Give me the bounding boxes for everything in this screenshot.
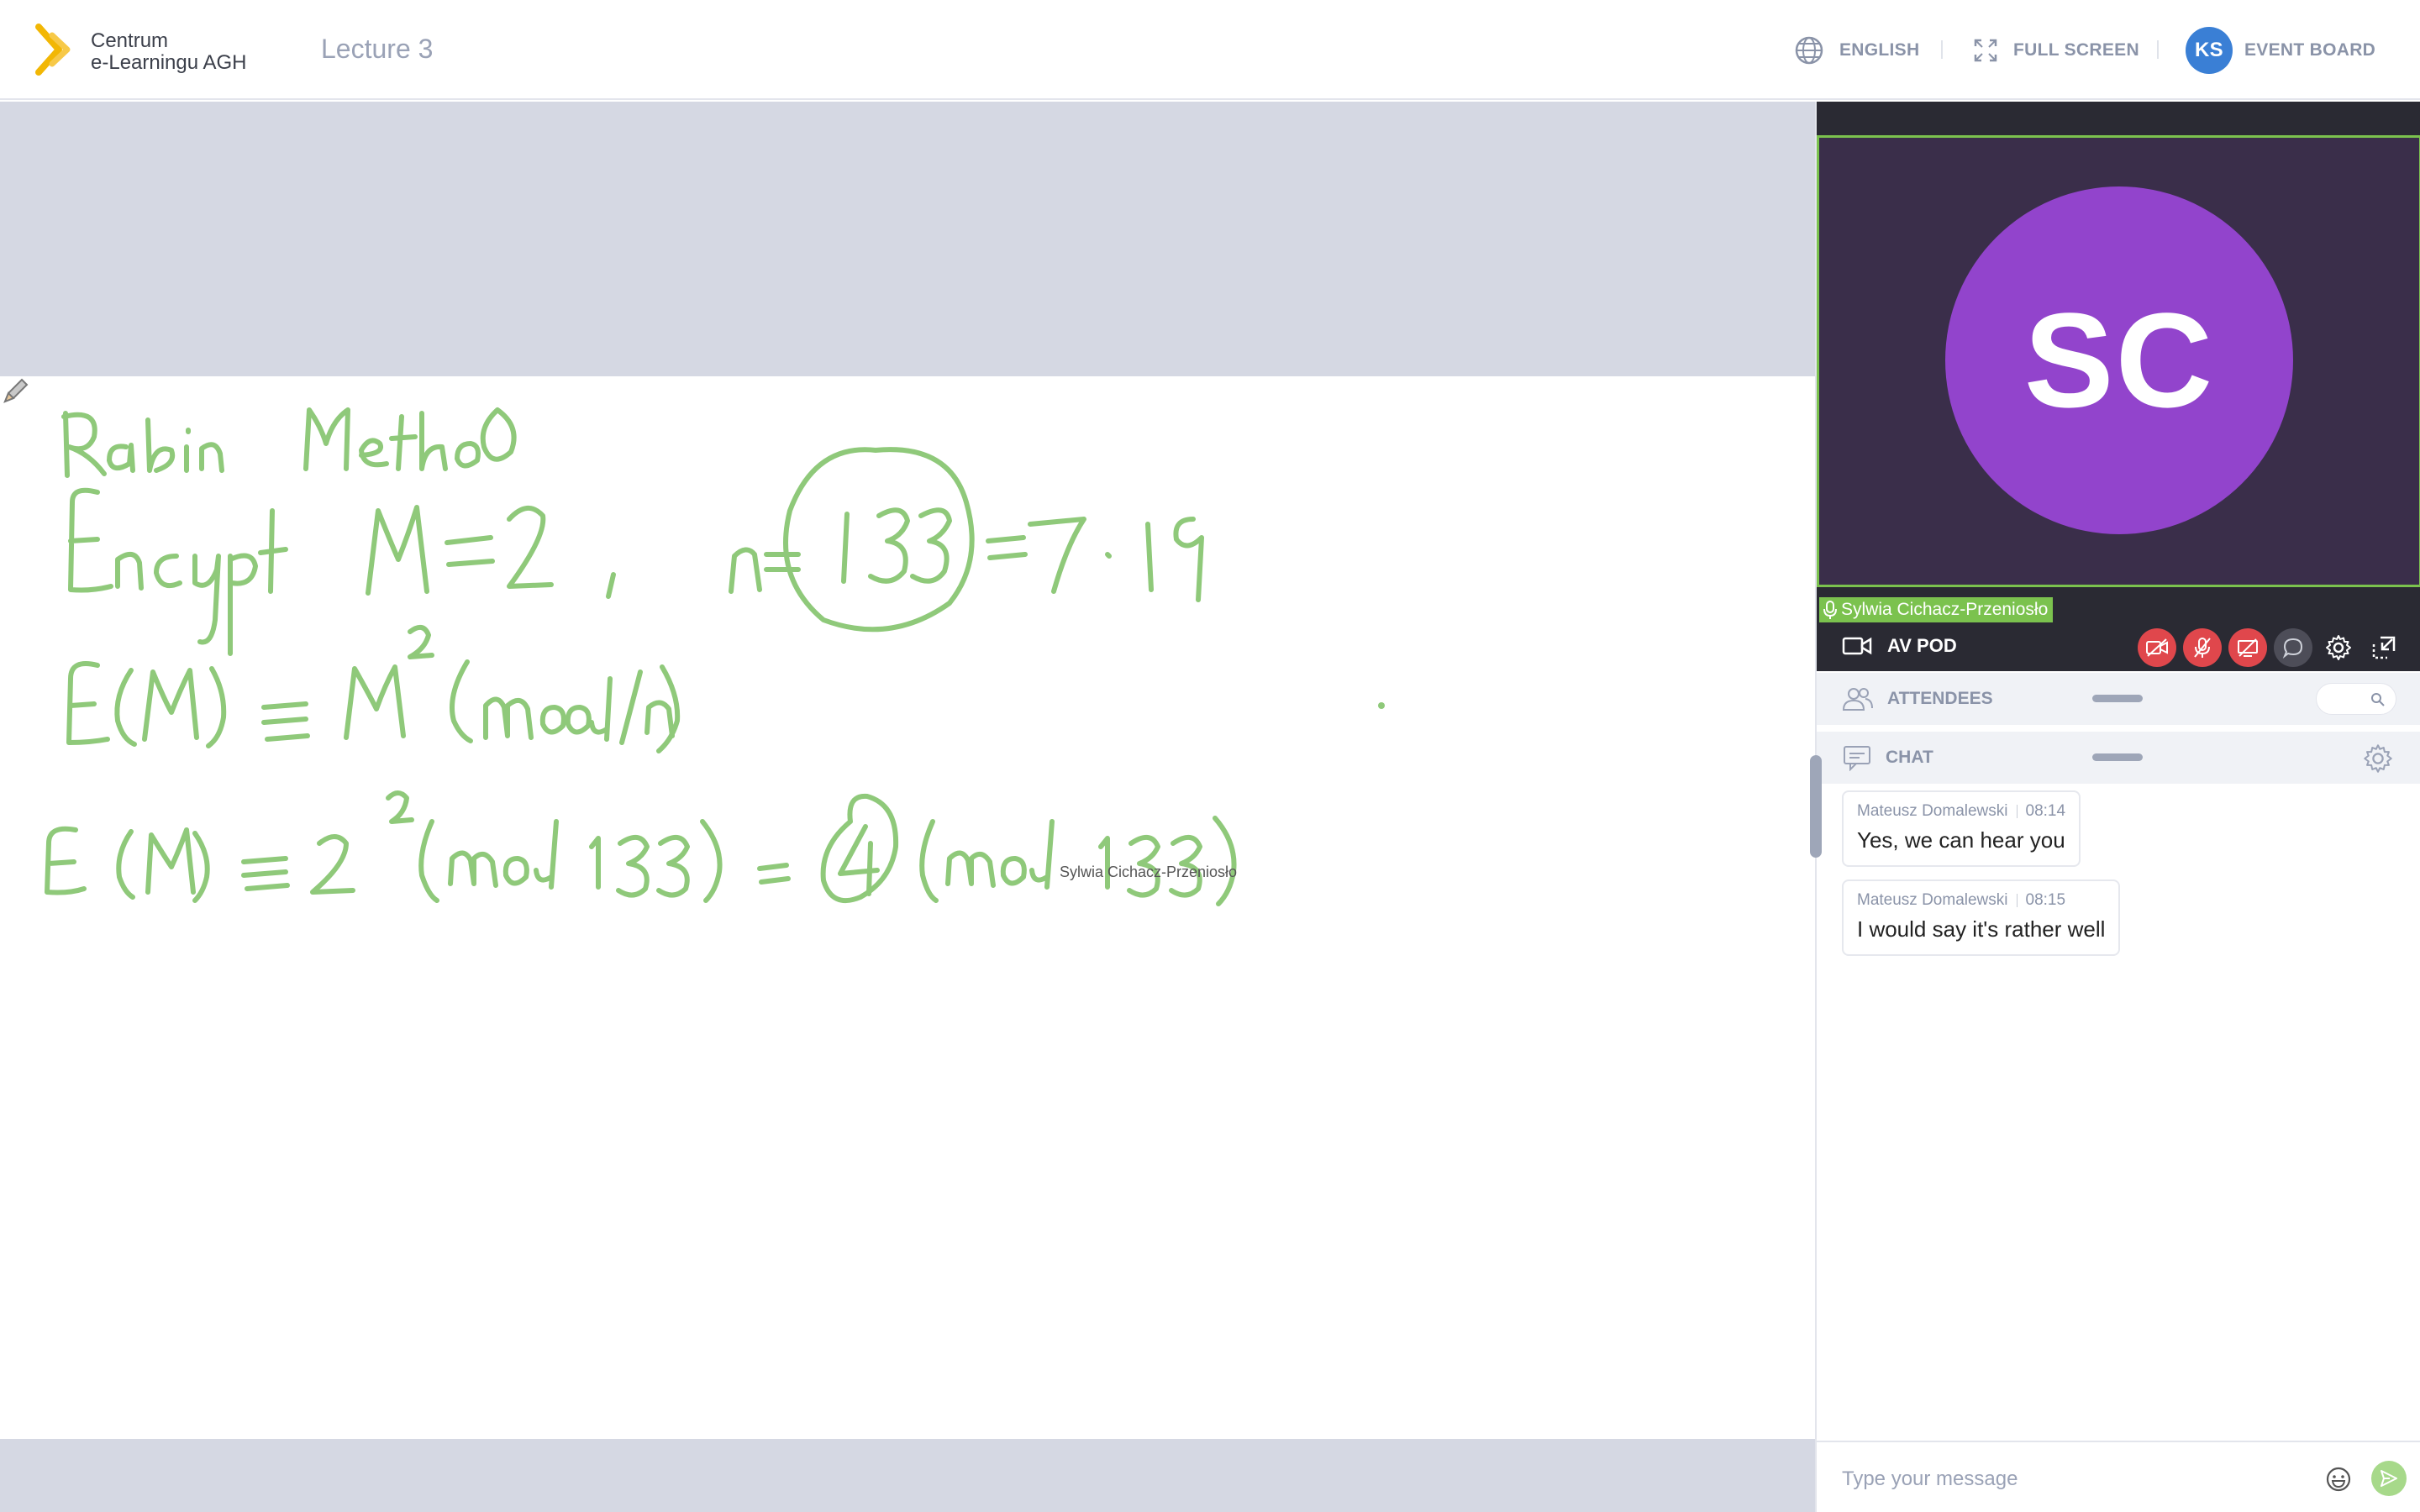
minimize-pod-button[interactable] (2365, 628, 2403, 667)
screen-share-off-icon (2238, 638, 2258, 657)
attendees-drag-handle[interactable] (2092, 695, 2143, 702)
pencil-cursor-icon (3, 378, 29, 403)
message-text: Yes, we can hear you (1857, 827, 2065, 853)
meta-divider (2016, 894, 2018, 907)
meta-divider (2016, 805, 2018, 818)
globe-icon (1795, 36, 1823, 65)
side-panel: SC Sylwia Cichacz-Przeniosło AV POD ATTE… (1810, 102, 2420, 1512)
camera-off-button[interactable] (2138, 628, 2176, 667)
cursor-user-label: Sylwia Cichacz-Przeniosło (1060, 864, 1238, 880)
av-settings-button[interactable] (2319, 628, 2358, 667)
chat-message-input[interactable] (1842, 1464, 2312, 1494)
user-avatar[interactable]: KS (2186, 27, 2233, 74)
page-title: Lecture 3 (321, 34, 434, 64)
attendees-search[interactable] (2316, 683, 2396, 715)
speaker-name-tag: Sylwia Cichacz-Przeniosło (1819, 597, 2054, 622)
fullscreen-label: FULL SCREEN (2013, 40, 2139, 60)
logo-line-1: Centrum (91, 29, 169, 52)
fullscreen-button[interactable]: FULL SCREEN (1973, 32, 2139, 69)
attendees-icon (1842, 688, 1873, 711)
gear-icon (2326, 635, 2351, 660)
header-divider (2157, 40, 2159, 59)
av-pod-label: AV POD (1887, 634, 1957, 656)
chat-header[interactable]: CHAT (1817, 732, 2420, 784)
language-label: ENGLISH (1839, 40, 1920, 60)
chat-message: Mateusz Domalewski 08:14 Yes, we can hea… (1842, 790, 2081, 867)
av-pod: SC Sylwia Cichacz-Przeniosło AV POD (1817, 102, 2420, 671)
logo-text: Centrum e-Learningu AGH (91, 30, 246, 74)
message-time: 08:14 (2025, 802, 2066, 820)
whiteboard-canvas[interactable]: Sylwia Cichacz-Przeniosło (0, 376, 1815, 1439)
chat-icon (1844, 746, 1870, 771)
message-time: 08:15 (2025, 891, 2066, 909)
chat-message: Mateusz Domalewski 08:15 I would say it'… (1842, 879, 2121, 956)
video-tile[interactable]: SC Sylwia Cichacz-Przeniosło (1817, 135, 2420, 622)
video-camera-icon (1842, 637, 1872, 654)
message-author: Mateusz Domalewski (1857, 891, 2008, 909)
chat-drag-handle[interactable] (2092, 753, 2143, 761)
search-icon (2371, 693, 2385, 706)
handwriting-ink (45, 407, 1385, 906)
chat-settings-icon[interactable] (2363, 743, 2393, 774)
av-pod-toolbar: AV POD (1817, 620, 2420, 671)
logo-icon (35, 24, 71, 76)
microphone-off-icon (2194, 638, 2211, 658)
mute-button[interactable] (2183, 628, 2222, 667)
camera-off-icon (2146, 638, 2168, 657)
top-header: Centrum e-Learningu AGH Lecture 3 ENGLIS… (0, 0, 2420, 100)
speaker-avatar: SC (1945, 186, 2293, 534)
screen-share-off-button[interactable] (2228, 628, 2267, 667)
av-pod-title: AV POD (1842, 635, 1957, 657)
whiteboard-stage: Sylwia Cichacz-Przeniosło (0, 102, 1815, 1512)
speaker-name: Sylwia Cichacz-Przeniosło (1841, 600, 2049, 619)
minimize-icon (2372, 636, 2396, 659)
event-board-label: EVENT BOARD (2244, 40, 2376, 60)
message-meta: Mateusz Domalewski 08:15 (1857, 891, 2105, 910)
chat-composer (1817, 1441, 2420, 1512)
attendees-label: ATTENDEES (1887, 689, 1993, 708)
message-text: I would say it's rather well (1857, 916, 2106, 942)
emoji-icon[interactable] (2325, 1466, 2352, 1493)
attendees-header[interactable]: ATTENDEES (1817, 673, 2420, 725)
message-meta: Mateusz Domalewski 08:14 (1857, 802, 2065, 821)
send-icon (2381, 1470, 2397, 1487)
chat-label: CHAT (1886, 748, 1933, 767)
language-button[interactable]: ENGLISH (1794, 32, 1919, 69)
reactions-button[interactable] (2274, 628, 2312, 667)
event-board-button[interactable]: KS EVENT BOARD (2186, 27, 2375, 74)
chat-scrollbar[interactable] (1810, 755, 1822, 858)
message-author: Mateusz Domalewski (1857, 802, 2008, 820)
microphone-icon (1823, 601, 1837, 619)
av-controls (2131, 628, 2403, 667)
speech-bubble-icon (2282, 638, 2303, 659)
fullscreen-icon (1974, 39, 1997, 62)
logo-line-2: e-Learningu AGH (91, 51, 247, 74)
header-divider (1941, 40, 1943, 59)
send-button[interactable] (2371, 1461, 2407, 1496)
